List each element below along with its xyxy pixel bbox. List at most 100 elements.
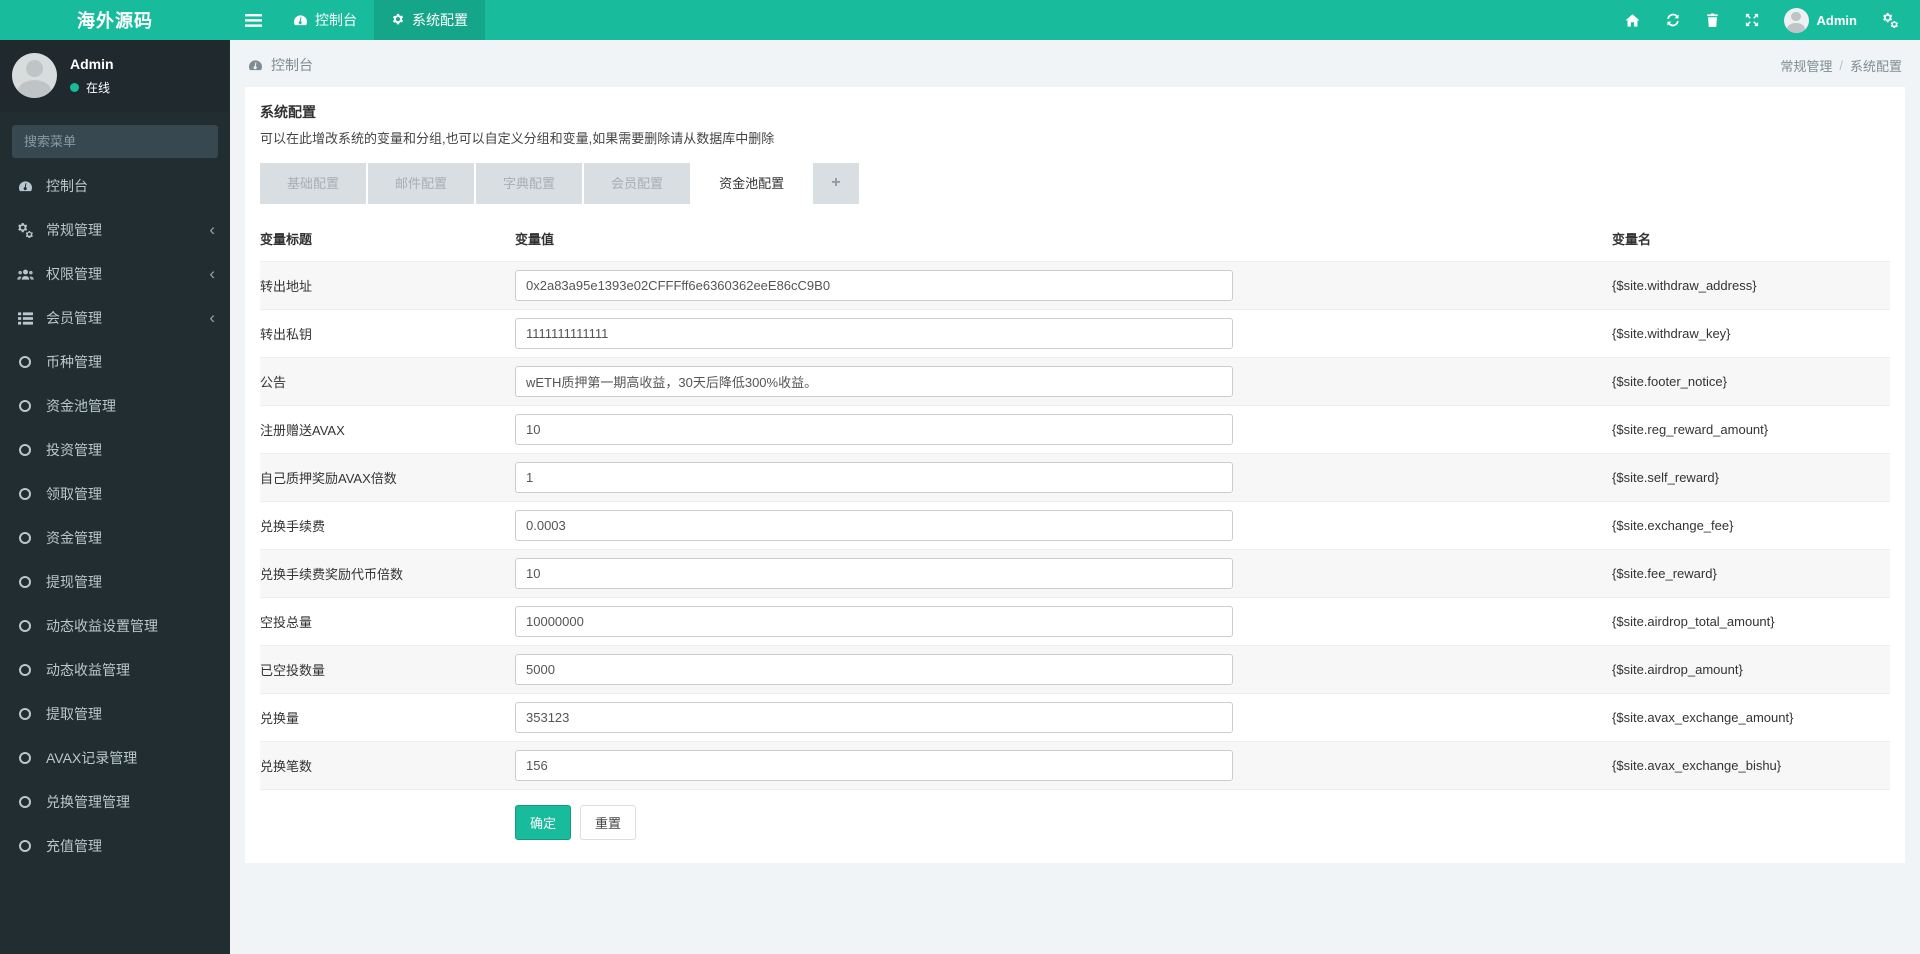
sidebar-item-会员管理[interactable]: 会员管理 ‹ <box>0 296 230 340</box>
brand-logo[interactable]: 海外源码 <box>0 0 230 40</box>
menu-search-input[interactable] <box>12 125 212 158</box>
sidebar-item-权限管理[interactable]: 权限管理 ‹ <box>0 252 230 296</box>
sidebar-item-常规管理[interactable]: 常规管理 ‹ <box>0 208 230 252</box>
column-header-变量标题: 变量标题 <box>260 232 313 247</box>
sidebar-search <box>12 125 218 158</box>
breadcrumb: 常规管理 / 系统配置 <box>1780 56 1902 75</box>
navbar-menu: 控制台 系统配置 <box>276 0 485 40</box>
sidebar-item-动态收益管理[interactable]: 动态收益管理 <box>0 648 230 692</box>
tab-基础配置[interactable]: 基础配置 <box>260 163 367 204</box>
breadcrumb-link-常规管理[interactable]: 常规管理 <box>1780 56 1832 75</box>
config-tabs: 基础配置 邮件配置 字典配置 会员配置 资金池配置 + <box>260 163 1890 204</box>
tab-字典配置[interactable]: 字典配置 <box>476 163 583 204</box>
config-value-input[interactable] <box>515 462 1233 493</box>
config-variable-name: {$site.fee_reward} <box>1612 566 1717 581</box>
config-row: 空投总量 {$site.airdrop_total_amount} <box>260 597 1890 646</box>
circle-icon <box>15 488 35 500</box>
submit-button[interactable]: 确定 <box>515 805 572 840</box>
refresh-icon[interactable] <box>1653 0 1693 40</box>
list-icon <box>15 311 35 325</box>
navbar-item-label: 系统配置 <box>412 12 468 28</box>
sidebar-item-label: 资金管理 <box>46 530 102 546</box>
chevron-left-icon: ‹ <box>209 220 215 239</box>
sidebar-item-label: 充值管理 <box>46 838 102 854</box>
sidebar-item-提现管理[interactable]: 提现管理 <box>0 560 230 604</box>
tab-邮件配置[interactable]: 邮件配置 <box>368 163 475 204</box>
user-menu[interactable]: Admin <box>1772 0 1869 40</box>
config-value-input[interactable] <box>515 510 1233 541</box>
config-variable-name: {$site.reg_reward_amount} <box>1612 422 1769 437</box>
config-value-input[interactable] <box>515 654 1233 685</box>
settings-cogs-icon[interactable] <box>1869 0 1912 40</box>
gear-icon <box>391 13 405 27</box>
config-row: 兑换笔数 {$site.avax_exchange_bishu} <box>260 741 1890 790</box>
trash-icon[interactable] <box>1693 0 1732 40</box>
sidebar-item-label: 领取管理 <box>46 486 102 502</box>
config-row: 公告 {$site.footer_notice} <box>260 357 1890 406</box>
main-area: 控制台 常规管理 / 系统配置 系统配置 可以在此增改系统的变量和分组,也可以自定义… <box>230 0 1920 874</box>
config-title: 自己质押奖励AVAX倍数 <box>260 471 397 486</box>
sidebar-item-充值管理[interactable]: 充值管理 <box>0 824 230 868</box>
config-value-input[interactable] <box>515 702 1233 733</box>
config-row: 兑换手续费奖励代币倍数 {$site.fee_reward} <box>260 549 1890 598</box>
config-title: 空投总量 <box>260 615 313 630</box>
config-value-input[interactable] <box>515 318 1233 349</box>
dashboard-icon <box>248 59 263 72</box>
fullscreen-icon[interactable] <box>1732 0 1772 40</box>
circle-icon <box>15 796 35 808</box>
tab-资金池配置[interactable]: 资金池配置 <box>692 163 812 204</box>
sidebar-item-label: 权限管理 <box>46 266 102 282</box>
page-subtitle: 可以在此增改系统的变量和分组,也可以自定义分组和变量,如果需要删除请从数据库中删… <box>260 131 775 146</box>
sidebar-toggle-icon[interactable] <box>230 0 276 40</box>
sidebar-item-label: AVAX记录管理 <box>46 750 138 766</box>
sidebar-item-提取管理[interactable]: 提取管理 <box>0 692 230 736</box>
search-icon[interactable] <box>212 125 218 158</box>
sidebar-item-资金管理[interactable]: 资金管理 <box>0 516 230 560</box>
sidebar-item-label: 币种管理 <box>46 354 102 370</box>
sidebar-item-领取管理[interactable]: 领取管理 <box>0 472 230 516</box>
sidebar-user-panel: Admin 在线 <box>0 40 230 112</box>
home-icon[interactable] <box>1612 0 1653 40</box>
config-value-input[interactable] <box>515 558 1233 589</box>
config-value-input[interactable] <box>515 750 1233 781</box>
config-variable-name: {$site.airdrop_amount} <box>1612 662 1743 677</box>
sidebar-item-label: 提取管理 <box>46 706 102 722</box>
config-variable-name: {$site.footer_notice} <box>1612 374 1727 389</box>
form-actions: 确定 重置 <box>515 805 1890 840</box>
sidebar-item-资金池管理[interactable]: 资金池管理 <box>0 384 230 428</box>
config-value-input[interactable] <box>515 366 1233 397</box>
navbar-item-控制台[interactable]: 控制台 <box>276 0 374 40</box>
sidebar-item-AVAX记录管理[interactable]: AVAX记录管理 <box>0 736 230 780</box>
breadcrumb-link-系统配置[interactable]: 系统配置 <box>1850 56 1902 75</box>
config-title: 公告 <box>260 375 287 390</box>
reset-button[interactable]: 重置 <box>580 805 637 840</box>
config-variable-name: {$site.airdrop_total_amount} <box>1612 614 1775 629</box>
tab-会员配置[interactable]: 会员配置 <box>584 163 691 204</box>
circle-icon <box>15 840 35 852</box>
sidebar-item-投资管理[interactable]: 投资管理 <box>0 428 230 472</box>
sidebar-item-币种管理[interactable]: 币种管理 <box>0 340 230 384</box>
circle-icon <box>15 620 35 632</box>
config-variable-name: {$site.avax_exchange_bishu} <box>1612 758 1782 773</box>
navbar-item-label: 控制台 <box>315 12 357 28</box>
sidebar-item-动态收益设置管理[interactable]: 动态收益设置管理 <box>0 604 230 648</box>
sidebar-item-label: 会员管理 <box>46 310 102 326</box>
users-icon <box>15 268 35 281</box>
config-title: 转出私钥 <box>260 327 313 342</box>
add-tab-button[interactable]: + <box>813 163 860 204</box>
sidebar-item-label: 常规管理 <box>46 222 102 238</box>
sidebar-item-控制台[interactable]: 控制台 <box>0 164 230 208</box>
online-status-label: 在线 <box>86 81 111 95</box>
column-header-变量名: 变量名 <box>1612 232 1652 247</box>
config-title: 已空投数量 <box>260 663 326 678</box>
sidebar-item-兑换管理管理[interactable]: 兑换管理管理 <box>0 780 230 824</box>
sidebar-menu: 控制台 常规管理 ‹ 权限管理 ‹ 会员管理 ‹ 币种管理 资金池管理 投资管理 领取管理 资金管理提… <box>0 164 230 868</box>
navbar-item-系统配置[interactable]: 系统配置 <box>374 0 485 40</box>
chevron-left-icon: ‹ <box>209 308 215 327</box>
config-value-input[interactable] <box>515 270 1233 301</box>
circle-icon <box>15 664 35 676</box>
sidebar-item-label: 投资管理 <box>46 442 102 458</box>
config-value-input[interactable] <box>515 414 1233 445</box>
config-value-input[interactable] <box>515 606 1233 637</box>
config-variable-name: {$site.withdraw_address} <box>1612 278 1757 293</box>
